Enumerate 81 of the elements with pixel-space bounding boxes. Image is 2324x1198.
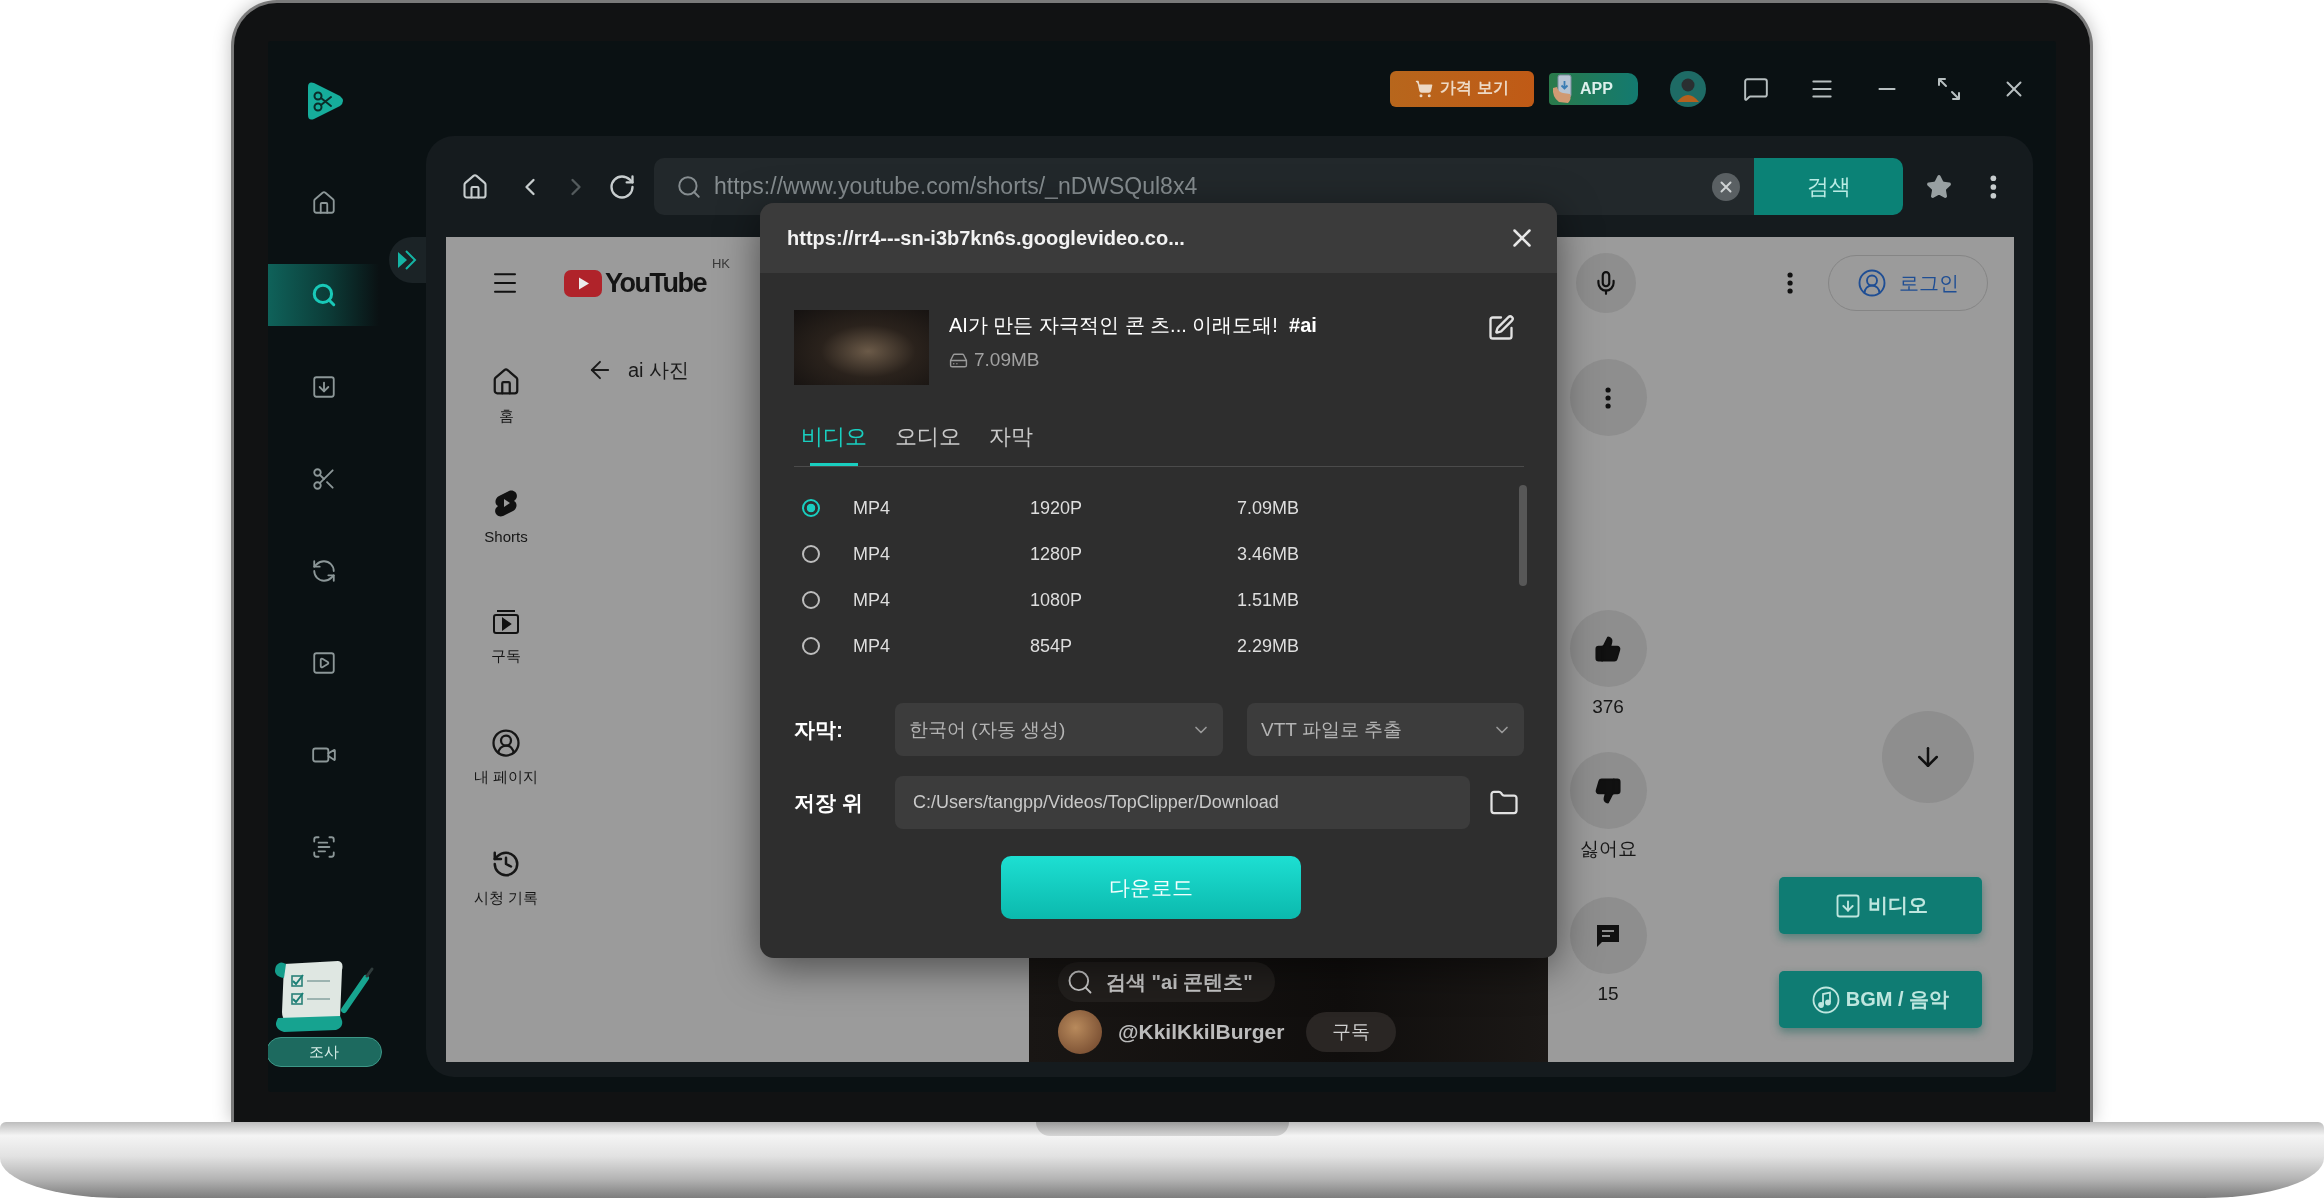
logo-wordmark[interactable]: YouTube <box>605 267 706 299</box>
resolution-cell: 1280P <box>1030 543 1083 565</box>
scissors-icon <box>310 466 337 492</box>
search-icon <box>676 173 702 200</box>
format-cell: MP4 <box>853 543 890 565</box>
more-icon[interactable] <box>1786 272 1793 294</box>
size-cell: 1.51MB <box>1237 589 1300 611</box>
thumbs-down-icon <box>1594 776 1622 805</box>
search-icon <box>310 282 337 308</box>
back-button[interactable]: ai 사진 <box>586 356 690 384</box>
app-badge[interactable]: APP <box>1549 72 1638 105</box>
channel-name[interactable]: @KkilKkilBurger <box>1118 1020 1285 1044</box>
search-button[interactable]: 검색 <box>1754 158 1903 215</box>
file-size: 7.09MB <box>974 349 1040 371</box>
cart-icon <box>1415 79 1434 98</box>
nav-item[interactable]: 홈 <box>491 367 521 426</box>
play-logo-icon <box>564 269 602 297</box>
format-cell: MP4 <box>853 589 890 611</box>
user-circle-icon <box>1857 268 1887 298</box>
user-circle-icon <box>491 728 521 758</box>
radio-button[interactable] <box>802 591 820 609</box>
export-format-select[interactable]: VTT 파일로 추출 <box>1247 703 1524 756</box>
subscribe-button[interactable]: 구독 <box>1306 1012 1397 1052</box>
thumbs-up-icon <box>1594 634 1622 663</box>
home-icon <box>491 367 521 397</box>
sidebar-toggle[interactable] <box>389 237 429 283</box>
action-count: 15 <box>1597 984 1619 1004</box>
play-chevron-icon <box>397 249 417 271</box>
music-circle-icon <box>1811 985 1840 1014</box>
download-option-button[interactable]: BGM / 음악 <box>1779 971 1982 1028</box>
radio-button[interactable] <box>802 545 820 563</box>
nav-item[interactable]: 구독 <box>491 607 521 666</box>
resolution-cell: 854P <box>1030 635 1073 657</box>
more-icon <box>1604 386 1612 409</box>
more-icon[interactable] <box>1990 174 1997 199</box>
nav-item[interactable]: 내 페이지 <box>473 728 539 787</box>
action-count: 싫어요 <box>1579 839 1637 859</box>
size-cell: 7.09MB <box>1237 497 1300 519</box>
download-option-button[interactable]: 비디오 <box>1779 877 1982 934</box>
format-cell: MP4 <box>853 497 890 519</box>
search-suggestion[interactable]: 검색 "ai 콘텐츠" <box>1058 962 1275 1002</box>
save-path-field[interactable]: C:/Users/tangpp/Videos/TopClipper/Download <box>895 776 1470 829</box>
history-icon <box>491 849 521 879</box>
download-box-icon <box>310 374 337 400</box>
video-title: AI가 만든 자극적인 콘 츠... 이래도돼! #ai <box>949 313 1317 338</box>
nav-item[interactable]: 시청 기록 <box>473 849 539 908</box>
search-icon <box>1066 968 1094 996</box>
radio-button[interactable] <box>802 499 820 517</box>
nav-item[interactable]: Shorts <box>484 488 528 545</box>
comment-icon <box>1595 922 1621 949</box>
radio-button[interactable] <box>802 637 820 655</box>
resolution-cell: 1080P <box>1030 589 1083 611</box>
chat-icon[interactable] <box>1743 75 1769 102</box>
star-icon[interactable] <box>1926 173 1952 200</box>
home-icon[interactable] <box>461 172 489 201</box>
clear-icon[interactable] <box>1712 172 1740 201</box>
refresh-icon <box>310 558 337 584</box>
format-cell: MP4 <box>853 635 890 657</box>
size-cell: 2.29MB <box>1237 635 1300 657</box>
size-cell: 3.46MB <box>1237 543 1300 565</box>
action-count: 376 <box>1592 697 1624 717</box>
dialog-title: https://rr4---sn-i3b7kn6s.googlevideo.co... <box>787 226 1185 250</box>
resolution-cell: 1920P <box>1030 497 1083 519</box>
expand-arrows-icon[interactable] <box>1936 75 1962 102</box>
edit-icon[interactable] <box>1487 314 1515 342</box>
save-location-label: 저장 위 <box>794 789 863 816</box>
reload-icon[interactable] <box>608 172 636 201</box>
region-label: HK <box>712 255 731 271</box>
dialog-tab[interactable]: 오디오 <box>895 420 961 466</box>
dialog-tab[interactable]: 비디오 <box>801 420 867 466</box>
play-square-icon <box>310 650 337 676</box>
channel-avatar[interactable] <box>1058 1010 1102 1054</box>
dialog-tab[interactable]: 자막 <box>989 420 1033 466</box>
scan-text-icon <box>310 834 337 860</box>
tv-play-icon <box>491 607 521 637</box>
language-select[interactable]: 한국어 (자동 생성) <box>895 703 1223 756</box>
avatar-icon[interactable] <box>1670 70 1706 107</box>
home-icon <box>310 190 337 216</box>
subtitle-label: 자막: <box>794 716 843 743</box>
survey-button[interactable]: 조사 <box>268 1037 382 1067</box>
drive-icon <box>949 350 968 370</box>
